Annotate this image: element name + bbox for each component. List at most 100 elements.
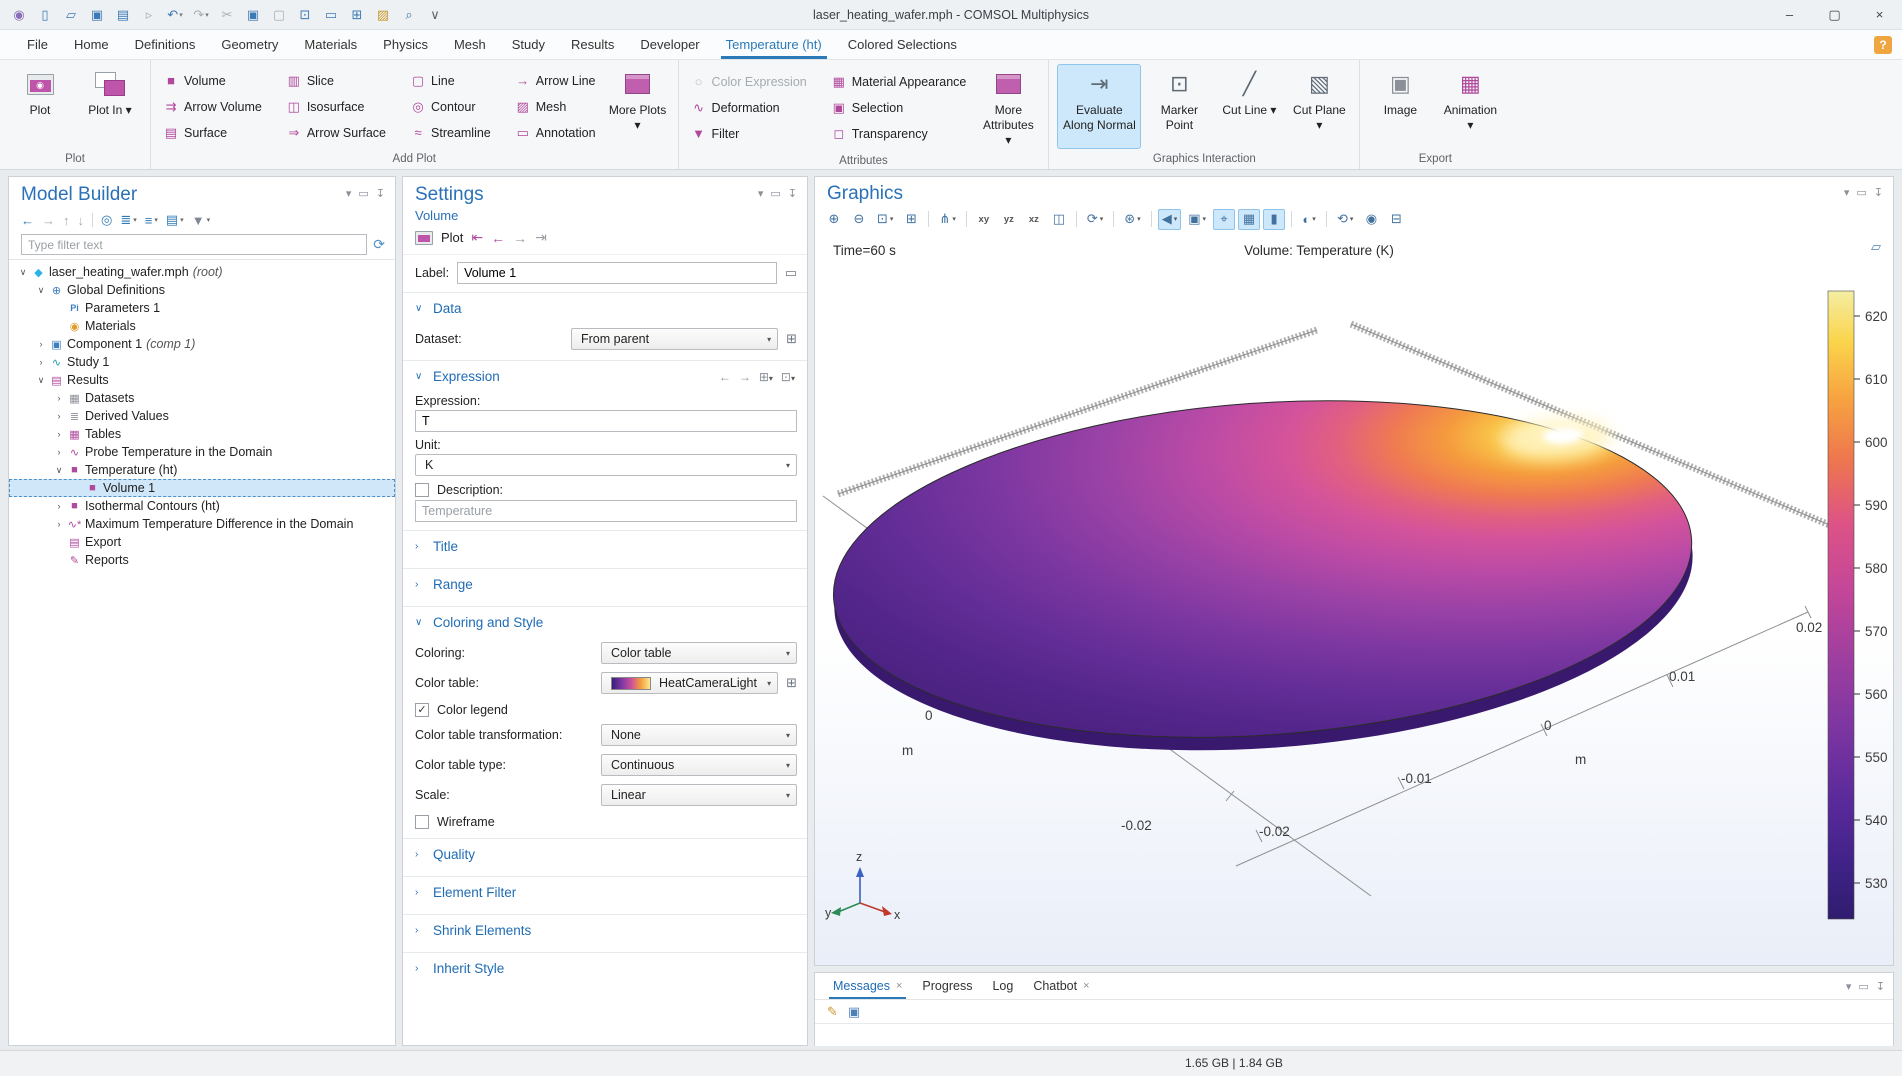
tab-file[interactable]: File	[14, 30, 61, 59]
pin-icon[interactable]: ↧	[788, 187, 797, 200]
plot-first-icon[interactable]: ⇤	[471, 229, 483, 246]
expand-icon[interactable]: ›	[53, 393, 65, 403]
zoom-in-icon[interactable]: ⊕	[823, 209, 845, 230]
grid-toggle-icon[interactable]: ▦	[1238, 209, 1260, 230]
scene-light-icon[interactable]: ⊛▾	[1120, 209, 1144, 230]
color-legend-checkbox[interactable]: ✓	[415, 703, 429, 717]
tree-item-reports[interactable]: ✎Reports	[9, 551, 395, 569]
float-icon[interactable]: ▭	[1856, 186, 1866, 199]
expand-icon[interactable]: ›	[35, 357, 47, 367]
slice-button[interactable]: ▥Slice	[282, 68, 390, 94]
collapse-icon[interactable]: ∨	[17, 267, 29, 278]
add-color-table-icon[interactable]: ⊞	[786, 675, 797, 691]
search-icon[interactable]: ⌕	[398, 5, 420, 25]
move-up-icon[interactable]: ↑	[63, 213, 70, 228]
axis-orientation-toggle-icon[interactable]: ⌖	[1213, 209, 1235, 230]
float-icon[interactable]: ▭	[358, 187, 368, 200]
mesh-button[interactable]: ▨Mesh	[511, 94, 600, 120]
projection-icon[interactable]: ◫	[1048, 209, 1070, 230]
tree-item-materials[interactable]: ◉Materials	[9, 317, 395, 335]
unit-select[interactable]: K▾	[415, 454, 797, 476]
cut-icon[interactable]: ✂	[216, 5, 238, 25]
zoom-out-icon[interactable]: ⊖	[848, 209, 870, 230]
filter-funnel-icon[interactable]: ▼▾	[192, 213, 210, 228]
annotation-button[interactable]: ▭Annotation	[511, 120, 600, 146]
model-tree-nodes-icon[interactable]: ▤▾	[166, 212, 184, 228]
cut-plane-button[interactable]: ▧Cut Plane ▾	[1287, 64, 1351, 149]
section-coloring-and-style[interactable]: ∨ Coloring and Style	[403, 606, 807, 638]
arrow-volume-button[interactable]: ⇉Arrow Volume	[159, 94, 266, 120]
collapse-icon[interactable]: ∨	[35, 285, 47, 296]
collapse-icon[interactable]: ∨	[35, 375, 47, 386]
expand-icon[interactable]: ›	[53, 411, 65, 421]
panel-menu-icon[interactable]: ▾	[758, 187, 764, 200]
graphics-canvas[interactable]: Time=60 s Volume: Temperature (K) ▱	[815, 233, 1893, 965]
undo-icon[interactable]: ↶▾	[164, 5, 186, 25]
tab-mesh[interactable]: Mesh	[441, 30, 499, 59]
wireframe-checkbox[interactable]	[415, 815, 429, 829]
tree-item-derived-values[interactable]: ›≣Derived Values	[9, 407, 395, 425]
pin-icon[interactable]: ↧	[1876, 980, 1885, 993]
comsol-logo[interactable]: ◉	[8, 5, 30, 25]
tab-geometry[interactable]: Geometry	[208, 30, 291, 59]
zoom-extents-icon[interactable]: ⊞	[900, 209, 922, 230]
new-file-icon[interactable]: ▯	[34, 5, 56, 25]
tab-results[interactable]: Results	[558, 30, 627, 59]
coloring-select[interactable]: Color table▾	[601, 642, 797, 664]
tree-item-results[interactable]: ∨▤Results	[9, 371, 395, 389]
redo-icon[interactable]: ↷▾	[190, 5, 212, 25]
filter-button[interactable]: ▼Filter	[687, 121, 811, 147]
view-xz-icon[interactable]: xz	[1023, 209, 1045, 230]
expand-icon[interactable]: ›	[35, 339, 47, 349]
line-button[interactable]: ▢Line	[406, 68, 495, 94]
color-table-transformation-select[interactable]: None▾	[601, 724, 797, 746]
brush-icon[interactable]: ▨	[372, 5, 394, 25]
tab-developer[interactable]: Developer	[627, 30, 712, 59]
reset-view-icon[interactable]: ⟲▾	[1333, 209, 1357, 230]
streamline-button[interactable]: ≈Streamline	[406, 120, 495, 146]
close-icon[interactable]: ×	[1083, 980, 1089, 992]
rotate-view-icon[interactable]: ⟳▾	[1083, 209, 1107, 230]
section-expression[interactable]: ∨ Expression ← → ⊞▾ ⊡▾	[403, 360, 807, 392]
section-inherit-style[interactable]: › Inherit Style	[403, 952, 807, 984]
tree-item-datasets[interactable]: ›▦Datasets	[9, 389, 395, 407]
animation-button[interactable]: ▦Animation ▾	[1438, 64, 1502, 149]
tab-progress[interactable]: Progress	[912, 973, 982, 999]
tree-item-probe-temperature-in-the-domain[interactable]: ›∿Probe Temperature in the Domain	[9, 443, 395, 461]
arrow-line-button[interactable]: →Arrow Line	[511, 68, 600, 94]
tree-item-study-1[interactable]: ›∿Study 1	[9, 353, 395, 371]
snapshot-icon[interactable]: ◉	[1360, 209, 1382, 230]
section-title[interactable]: › Title	[403, 530, 807, 562]
evaluate-along-normal-button[interactable]: ⇥Evaluate Along Normal	[1057, 64, 1141, 149]
collapse-icon[interactable]: ∨	[53, 465, 65, 476]
transparency-icon[interactable]: ▣▾	[1184, 209, 1210, 230]
paste-icon[interactable]: ▢	[268, 5, 290, 25]
tree-item-laser-heating-wafer-mph[interactable]: ∨◆laser_heating_wafer.mph(root)	[9, 263, 395, 281]
nav-forward-icon[interactable]: →	[42, 213, 55, 228]
expand-icon[interactable]: ›	[53, 447, 65, 457]
tree-item-temperature-ht-[interactable]: ∨■Temperature (ht)	[9, 461, 395, 479]
save-as-icon[interactable]: ▤	[112, 5, 134, 25]
more-attributes-button[interactable]: More Attributes ▾	[976, 64, 1040, 151]
plot-previous-icon[interactable]: ←	[491, 230, 505, 246]
panel-menu-icon[interactable]: ▾	[346, 187, 352, 200]
volume-button[interactable]: ■Volume	[159, 68, 266, 94]
insert-expression-icon[interactable]: ⊞▾	[759, 370, 773, 384]
select-icon[interactable]: ⊞	[346, 5, 368, 25]
expand-all-icon[interactable]: ≣▾	[120, 212, 136, 228]
expression-input[interactable]	[415, 410, 797, 432]
maximize-button[interactable]: ▢	[1812, 0, 1857, 30]
tab-physics[interactable]: Physics	[370, 30, 441, 59]
section-shrink-elements[interactable]: › Shrink Elements	[403, 914, 807, 946]
transparency-button[interactable]: ◻Transparency	[827, 121, 971, 147]
plot-button-icon[interactable]	[415, 231, 433, 245]
tree-filter-input[interactable]	[21, 234, 367, 255]
tree-item-maximum-temperature-difference-in-the-domain[interactable]: ›∿*Maximum Temperature Difference in the…	[9, 515, 395, 533]
float-icon[interactable]: ▭	[770, 187, 780, 200]
expand-icon[interactable]: ›	[53, 501, 65, 511]
copy-icon[interactable]: ▣	[242, 5, 264, 25]
tree-item-volume-1[interactable]: ■Volume 1	[9, 479, 395, 497]
tree-item-isothermal-contours-ht-[interactable]: ›■Isothermal Contours (ht)	[9, 497, 395, 515]
tab-home[interactable]: Home	[61, 30, 122, 59]
minimize-button[interactable]: –	[1767, 0, 1812, 30]
